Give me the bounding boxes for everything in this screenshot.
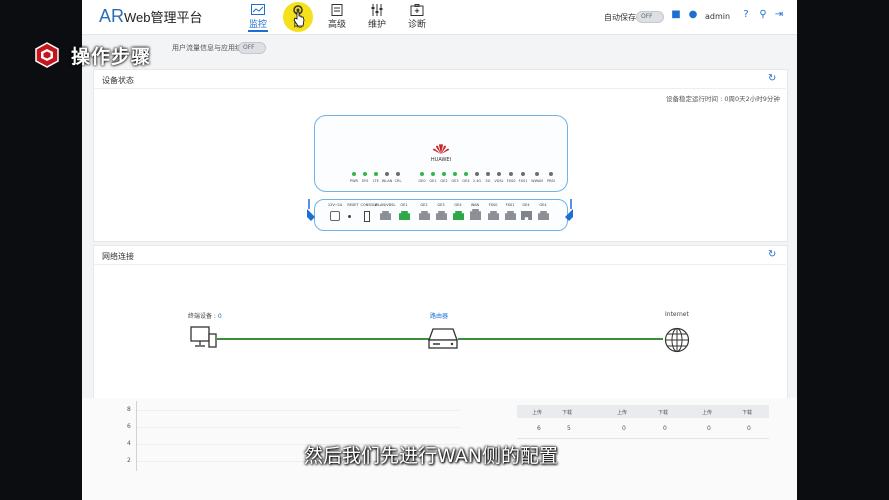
brand-label: HUAWEI bbox=[430, 157, 452, 163]
internet-label: Internet bbox=[665, 311, 689, 318]
table-divider bbox=[517, 438, 769, 439]
port-label: GE4 bbox=[539, 203, 547, 207]
link-terminal-router bbox=[217, 338, 429, 340]
led-indicator bbox=[363, 172, 367, 176]
led-indicator bbox=[396, 172, 400, 176]
nav-advanced[interactable]: 高级 bbox=[317, 4, 357, 32]
uptime-text: 设备稳定运行时间 : 0周0天2小时9分钟 bbox=[666, 95, 780, 103]
table-cell: 5 bbox=[567, 425, 571, 432]
table-header-cell: 下载 bbox=[658, 410, 669, 416]
refresh-icon[interactable]: ↻ bbox=[768, 249, 776, 260]
led-indicator bbox=[497, 172, 501, 176]
app-logo: ARWeb管理平台 bbox=[99, 6, 203, 26]
advanced-icon bbox=[331, 4, 343, 16]
refresh-icon[interactable]: ↻ bbox=[768, 73, 776, 84]
port-icon[interactable] bbox=[348, 215, 351, 218]
router-icon[interactable] bbox=[428, 328, 458, 350]
video-subtitle: 然后我们先进行WAN侧的配置 bbox=[304, 445, 558, 467]
nav-monitor[interactable]: 监控 bbox=[238, 4, 278, 32]
nav-maintenance[interactable]: 维护 bbox=[357, 4, 397, 32]
table-header-cell: 下载 bbox=[742, 410, 753, 416]
antenna-right-icon bbox=[565, 199, 573, 221]
led-indicator bbox=[509, 172, 513, 176]
led-indicator bbox=[385, 172, 389, 176]
stats-toggle[interactable]: OFF bbox=[238, 42, 266, 54]
led-label: FXS1 bbox=[518, 179, 528, 183]
axis-tick: 2 bbox=[127, 457, 131, 464]
table-cell: 0 bbox=[747, 425, 751, 432]
huawei-logo-icon bbox=[433, 144, 449, 154]
terminal-label: 终端设备 : 0 bbox=[188, 313, 222, 320]
help-icon[interactable]: ? bbox=[741, 10, 751, 20]
diagnose-icon bbox=[410, 4, 424, 16]
antenna-left-icon bbox=[307, 199, 315, 221]
hand-cursor-icon bbox=[293, 11, 305, 27]
terminal-device-icon[interactable] bbox=[190, 326, 218, 350]
monitor-icon bbox=[251, 4, 265, 15]
nav-diagnose[interactable]: 诊断 bbox=[397, 4, 437, 32]
led-indicator bbox=[521, 172, 525, 176]
led-indicator bbox=[352, 172, 356, 176]
maintenance-icon bbox=[371, 4, 383, 16]
led-indicator bbox=[420, 172, 424, 176]
terminal-count[interactable]: 0 bbox=[218, 313, 222, 320]
step-badge-icon bbox=[35, 42, 59, 68]
link-router-internet bbox=[458, 338, 663, 340]
network-connection-card bbox=[93, 245, 788, 399]
led-indicator bbox=[486, 172, 490, 176]
username[interactable]: admin bbox=[705, 12, 730, 21]
axis-tick: 8 bbox=[127, 406, 131, 413]
autosave-toggle[interactable]: OFF bbox=[636, 11, 664, 23]
port-icon[interactable] bbox=[364, 211, 370, 222]
led-label: CRL bbox=[394, 179, 402, 183]
card-divider bbox=[93, 88, 786, 89]
led-indicator bbox=[475, 172, 479, 176]
led-indicator bbox=[549, 172, 553, 176]
table-cell: 0 bbox=[622, 425, 626, 432]
led-indicator bbox=[374, 172, 378, 176]
led-indicator bbox=[453, 172, 457, 176]
led-indicator bbox=[464, 172, 468, 176]
step-title: 操作步骤 bbox=[71, 46, 152, 68]
table-header-cell: 上传 bbox=[532, 410, 543, 416]
grid-line bbox=[137, 410, 459, 411]
table-header-cell: 上传 bbox=[702, 410, 713, 416]
table-cell: 0 bbox=[663, 425, 667, 432]
table-header-cell: 上传 bbox=[617, 410, 628, 416]
router-label[interactable]: 路由器 bbox=[430, 311, 448, 320]
port-label: GE1 bbox=[400, 203, 408, 207]
card-divider bbox=[93, 264, 786, 265]
led-indicator bbox=[535, 172, 539, 176]
led-label: PBSI bbox=[547, 179, 555, 183]
axis-tick: 4 bbox=[127, 440, 131, 447]
port-icon[interactable] bbox=[330, 211, 340, 221]
globe-icon[interactable] bbox=[664, 327, 690, 353]
logout-icon[interactable]: ⇥ bbox=[774, 10, 784, 20]
network-title: 网络连接 bbox=[102, 252, 134, 261]
led-indicator bbox=[442, 172, 446, 176]
tools-icon[interactable]: ⚲ bbox=[758, 10, 768, 20]
grid-line bbox=[137, 427, 459, 428]
table-cell: 0 bbox=[707, 425, 711, 432]
save-icon[interactable]: ■ bbox=[671, 10, 681, 20]
axis-tick: 6 bbox=[127, 423, 131, 430]
table-header-cell: 下载 bbox=[562, 410, 573, 416]
video-right-panel bbox=[797, 0, 889, 500]
stats-table-header bbox=[517, 405, 769, 418]
table-cell: 6 bbox=[537, 425, 541, 432]
led-indicator bbox=[431, 172, 435, 176]
led-label: WWAN bbox=[531, 179, 543, 183]
device-status-title: 设备状态 bbox=[102, 76, 134, 85]
user-icon: ● bbox=[688, 9, 698, 20]
video-left-panel bbox=[0, 0, 82, 500]
